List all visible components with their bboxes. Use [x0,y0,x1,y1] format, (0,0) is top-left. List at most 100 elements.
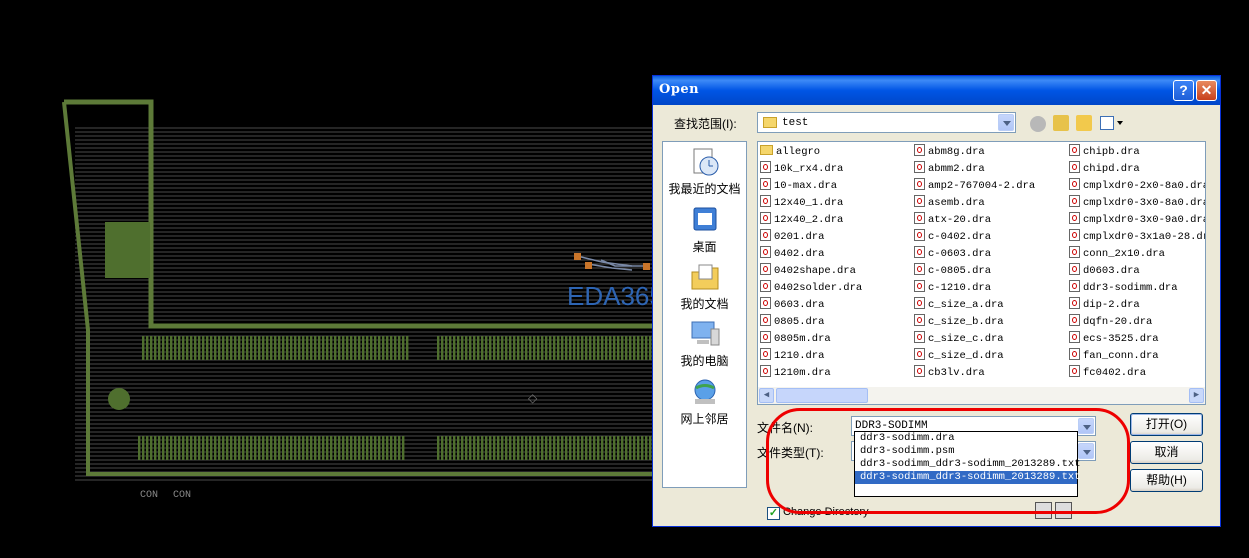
file-icon [914,331,925,343]
file-item[interactable]: 0805.dra [760,314,862,331]
file-item[interactable]: ddr3-sodimm.dra [1069,280,1205,297]
file-item[interactable]: 0402shape.dra [760,263,862,280]
recent-documents-icon [693,148,718,176]
file-icon [1069,212,1080,224]
change-directory-checkbox[interactable]: ✓ [767,507,780,520]
file-icon [1069,331,1080,343]
view-menu-icon[interactable] [1100,116,1114,130]
place-desktop[interactable]: 桌面 [663,205,746,255]
back-icon[interactable] [1030,116,1046,132]
file-item[interactable]: asemb.dra [914,195,1035,212]
file-icon [914,348,925,360]
file-icon [914,297,925,309]
place-recent[interactable]: 我最近的文档 [663,147,746,197]
file-item[interactable]: chipd.dra [1069,161,1205,178]
up-folder-icon[interactable] [1053,115,1069,131]
close-button[interactable]: ✕ [1196,80,1217,101]
file-item-label: chipb.dra [1083,146,1140,158]
file-item[interactable]: c_size_b.dra [914,314,1035,331]
file-item-label: abm8g.dra [928,146,985,158]
lookin-value: test [782,117,809,129]
file-item[interactable]: 0201.dra [760,229,862,246]
my-computer-icon [691,321,719,346]
file-item[interactable]: abm8g.dra [914,144,1035,161]
view-dropdown-icon[interactable] [1117,121,1123,125]
place-network[interactable]: 网上邻居 [663,377,746,427]
file-column-3: chipb.dra chipd.dra cmplxdr0-2x0-8a0.dra cm… [1069,144,1206,382]
file-item[interactable]: conn_2x10.dra [1069,246,1205,263]
horizontal-scrollbar[interactable]: ◀ ▶ [758,387,1205,404]
file-item[interactable]: chipb.dra [1069,144,1205,161]
file-item[interactable]: fan_conn.dra [1069,348,1205,365]
file-item[interactable]: 0402solder.dra [760,280,862,297]
scroll-right-icon[interactable]: ▶ [1189,388,1204,403]
folder-icon [760,145,773,155]
file-item-label: 0402shape.dra [774,265,856,277]
file-item[interactable]: amp2-767004-2.dra [914,178,1035,195]
help-button[interactable]: 帮助(H) [1130,469,1203,492]
cancel-button[interactable]: 取消 [1130,441,1203,464]
scroll-thumb[interactable] [776,388,868,403]
file-icon [914,229,925,241]
file-item[interactable]: ecs-3525.dra [1069,331,1205,348]
place-network-label: 网上邻居 [680,412,729,426]
file-item[interactable]: c_size_c.dra [914,331,1035,348]
file-item[interactable]: 10k_rx4.dra [760,161,862,178]
file-item[interactable]: atx-20.dra [914,212,1035,229]
places-bar: 我最近的文档 桌面 我的文档 我的电脑 网上邻居 [662,141,747,488]
file-item[interactable]: 0603.dra [760,297,862,314]
file-item[interactable]: 1210m.dra [760,365,862,382]
file-icon [914,314,925,326]
file-item[interactable]: abmm2.dra [914,161,1035,178]
my-documents-icon [691,264,718,290]
file-list[interactable]: allegro 10k_rx4.dra 10-max.dra 12x40_1.dra 1… [757,141,1206,405]
file-item-label: c-0402.dra [928,231,992,243]
file-item[interactable]: d0603.dra [1069,263,1205,280]
chevron-down-icon[interactable] [998,114,1014,131]
file-icon [760,246,771,258]
file-item[interactable]: dip-2.dra [1069,297,1205,314]
file-item[interactable]: cmplxdr0-3x0-8a0.dra [1069,195,1206,212]
file-item[interactable]: allegro [760,144,862,161]
file-item[interactable]: 0402.dra [760,246,862,263]
lookin-combo[interactable]: test [757,112,1016,133]
file-item[interactable]: 1210.dra [760,348,862,365]
place-computer[interactable]: 我的电脑 [663,319,746,369]
file-item[interactable]: cmplxdr0-3x0-9a0.dra [1069,212,1205,229]
file-item-label: cmplxdr0-3x0-8a0.dra [1083,197,1206,209]
file-item-label: c_size_a.dra [928,299,1004,311]
file-item-label: conn_2x10.dra [1083,248,1165,260]
new-folder-icon[interactable] [1076,115,1092,131]
file-item[interactable]: cb3lv.dra [914,365,1035,382]
file-column-1: allegro 10k_rx4.dra 10-max.dra 12x40_1.dra 1… [760,144,862,382]
file-item[interactable]: 12x40_2.dra [760,212,862,229]
file-item-label: 0402solder.dra [774,282,863,294]
file-icon [760,348,771,360]
title-bar[interactable]: Open ? ✕ [653,76,1220,105]
file-item[interactable]: c-1210.dra [914,280,1035,297]
file-icon [1069,280,1080,292]
file-item[interactable]: c_size_a.dra [914,297,1035,314]
file-item[interactable]: dqfn-20.dra [1069,314,1205,331]
file-item[interactable]: c-0402.dra [914,229,1035,246]
place-documents[interactable]: 我的文档 [663,262,746,312]
file-icon [1069,263,1080,275]
scroll-left-icon[interactable]: ◀ [759,388,774,403]
file-item[interactable]: 12x40_1.dra [760,195,862,212]
mounting-hole [108,388,130,410]
file-item[interactable]: 0805m.dra [760,331,862,348]
file-item[interactable]: cmplxdr0-3x1a0-28.dr [1069,229,1205,246]
file-item[interactable]: cmplxdr0-2x0-8a0.dra [1069,178,1205,195]
file-item-label: c-1210.dra [928,282,992,294]
file-item[interactable]: 10-max.dra [760,178,862,195]
file-icon [760,297,771,309]
help-title-button[interactable]: ? [1173,80,1194,101]
file-item[interactable]: c_size_d.dra [914,348,1035,365]
open-button[interactable]: 打开(O) [1130,413,1203,436]
file-item[interactable]: c-0603.dra [914,246,1035,263]
file-item-label: cb3lv.dra [928,367,985,379]
file-item[interactable]: fc0402.dra [1069,365,1205,382]
file-item[interactable]: c-0805.dra [914,263,1035,280]
annotation-ring [766,408,1130,514]
file-item-label: 12x40_2.dra [774,214,844,226]
